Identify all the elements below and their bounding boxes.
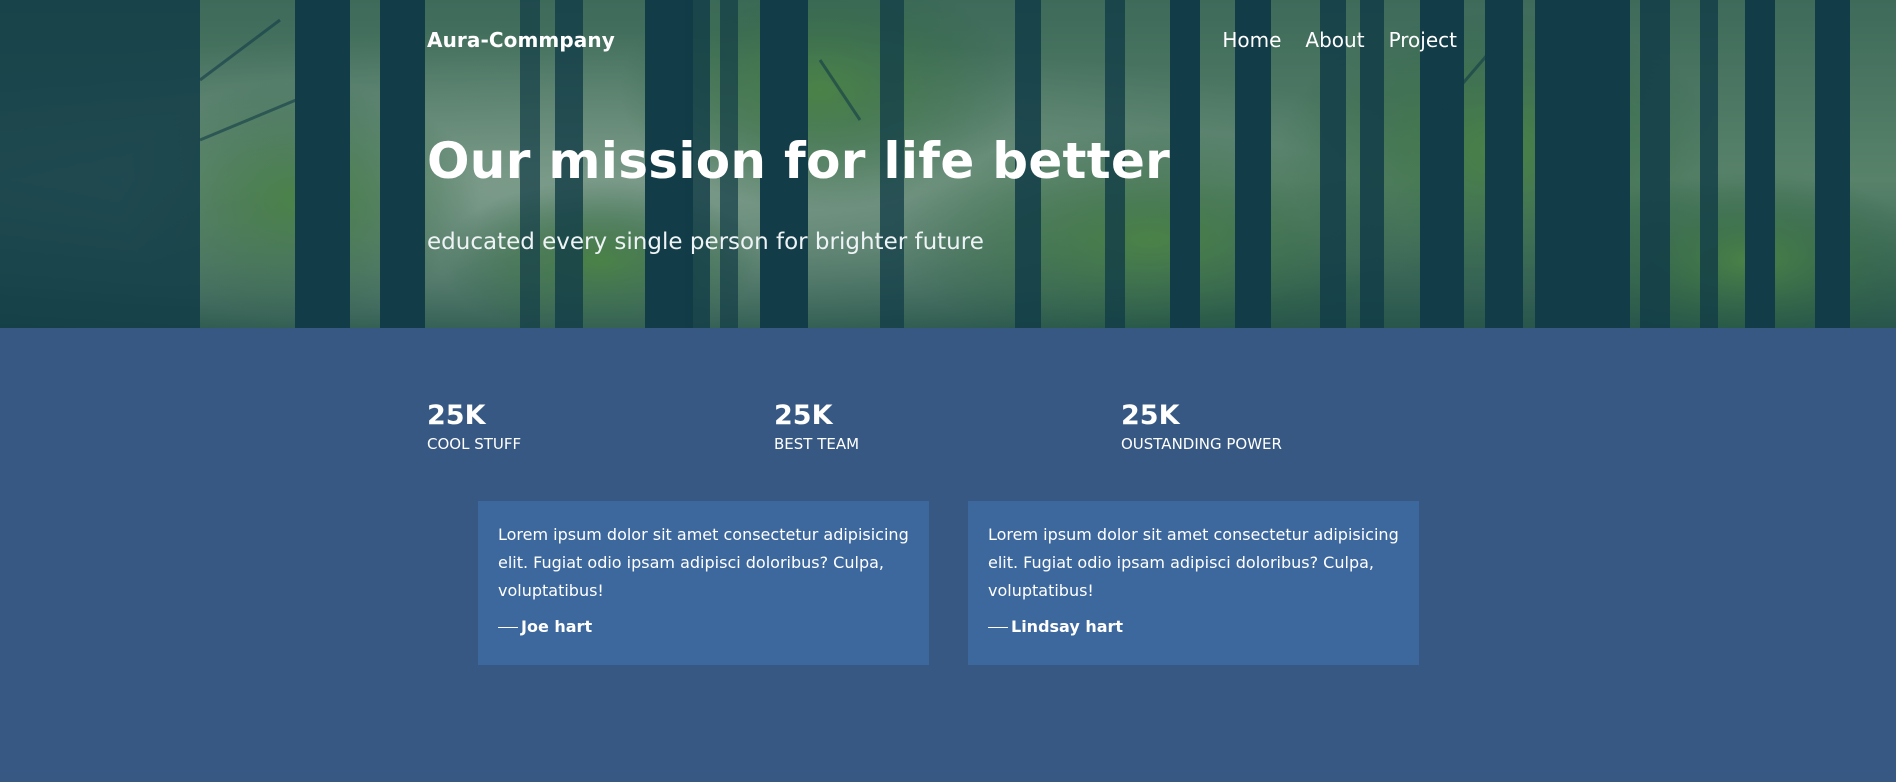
nav-link-about[interactable]: About — [1305, 28, 1364, 52]
testimonial-card: Lorem ipsum dolor sit amet consectetur a… — [968, 501, 1419, 665]
dash-icon — [498, 626, 518, 628]
testimonial-card: Lorem ipsum dolor sit amet consectetur a… — [478, 501, 929, 665]
dash-icon — [988, 626, 1008, 628]
main-nav: Home About Project — [1222, 28, 1457, 52]
stat-item: 25K OUSTANDING POWER — [1121, 400, 1282, 454]
hero-subtitle: educated every single person for brighte… — [427, 229, 984, 255]
testimonial-author-name: Lindsay hart — [1011, 617, 1124, 636]
stats-section: 25K COOL STUFF 25K BEST TEAM 25K OUSTAND… — [427, 400, 1467, 460]
testimonial-author: Lindsay hart — [988, 617, 1399, 636]
testimonial-author-name: Joe hart — [521, 617, 593, 636]
testimonial-quote: Lorem ipsum dolor sit amet consectetur a… — [988, 525, 1399, 600]
stat-label: COOL STUFF — [427, 435, 522, 453]
stat-value: 25K — [774, 400, 833, 431]
brand-logo[interactable]: Aura-Commpany — [427, 28, 615, 52]
stat-item: 25K COOL STUFF — [427, 400, 521, 454]
hero-section: Aura-Commpany Home About Project Our mis… — [0, 0, 1896, 328]
stat-value: 25K — [427, 400, 486, 431]
stat-label: OUSTANDING POWER — [1121, 435, 1282, 453]
testimonial-author: Joe hart — [498, 617, 909, 636]
stat-value: 25K — [1121, 400, 1180, 431]
stat-item: 25K BEST TEAM — [774, 400, 859, 454]
stat-label: BEST TEAM — [774, 435, 860, 453]
nav-link-home[interactable]: Home — [1222, 28, 1281, 52]
hero-title: Our mission for life better — [427, 132, 1171, 190]
testimonial-quote: Lorem ipsum dolor sit amet consectetur a… — [498, 525, 909, 600]
nav-link-project[interactable]: Project — [1389, 28, 1457, 52]
